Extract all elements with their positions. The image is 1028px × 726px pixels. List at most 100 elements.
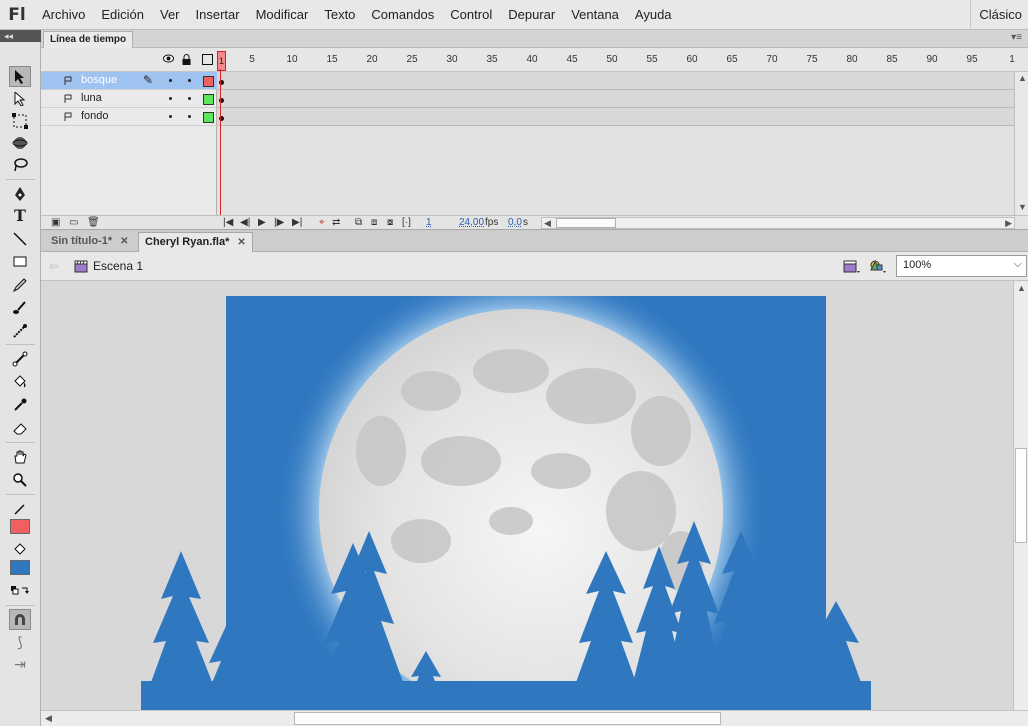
selection-tool-icon[interactable] xyxy=(9,66,31,87)
snap-magnet-icon[interactable] xyxy=(9,609,31,630)
frames-grid[interactable] xyxy=(217,72,1014,215)
go-last-frame-icon[interactable]: ▶| xyxy=(292,217,302,228)
lock-dot[interactable] xyxy=(188,79,191,82)
text-tool-icon[interactable]: T xyxy=(9,205,31,226)
panel-menu-icon[interactable]: ▾≡ xyxy=(1011,32,1022,43)
current-frame-value[interactable]: 1 xyxy=(426,217,432,228)
layer-luna[interactable]: luna xyxy=(41,90,217,108)
pen-tool-icon[interactable] xyxy=(9,183,31,204)
zoom-select[interactable]: 100% ⌵ xyxy=(896,255,1027,277)
menu-depurar[interactable]: Depurar xyxy=(500,0,563,30)
menu-archivo[interactable]: Archivo xyxy=(34,0,93,30)
outline-color-box[interactable] xyxy=(203,94,214,105)
scroll-thumb[interactable] xyxy=(1015,448,1027,543)
go-first-frame-icon[interactable]: |◀ xyxy=(223,217,233,228)
play-icon[interactable]: ▶ xyxy=(258,217,266,228)
lock-dot[interactable] xyxy=(188,97,191,100)
swap-colors-icon[interactable] xyxy=(9,580,31,601)
frame-row-bosque[interactable] xyxy=(217,72,1014,90)
stroke-color-swatch[interactable] xyxy=(9,516,31,537)
deco-tool-icon[interactable] xyxy=(9,320,31,341)
stage-workspace[interactable] xyxy=(41,281,1013,710)
timeline-tab[interactable]: Línea de tiempo xyxy=(43,31,134,48)
eye-icon[interactable] xyxy=(163,54,174,66)
center-frame-icon[interactable]: ⌖ xyxy=(319,217,325,228)
menu-ver[interactable]: Ver xyxy=(152,0,188,30)
outline-color-box[interactable] xyxy=(203,112,214,123)
onion-skin-icon[interactable]: ⧉ xyxy=(355,217,362,228)
loop-icon[interactable]: ⇄ xyxy=(332,217,340,228)
zoom-tool-icon[interactable] xyxy=(9,469,31,490)
layer-bosque[interactable]: bosque ✎ xyxy=(41,72,217,90)
new-folder-icon[interactable]: ▭ xyxy=(69,217,78,228)
fill-color-swatch[interactable] xyxy=(9,557,31,578)
rectangle-tool-icon[interactable] xyxy=(9,251,31,272)
outline-color-box[interactable] xyxy=(203,76,214,87)
new-layer-icon[interactable]: ▣ xyxy=(51,217,60,228)
eyedropper-icon[interactable] xyxy=(9,394,31,415)
menu-comandos[interactable]: Comandos xyxy=(363,0,442,30)
smooth-icon[interactable]: ⟆ xyxy=(9,632,31,653)
menu-modificar[interactable]: Modificar xyxy=(248,0,317,30)
lock-dot[interactable] xyxy=(188,115,191,118)
tools-collapse-handle[interactable]: ◂◂ xyxy=(0,30,41,42)
3d-rotation-icon[interactable] xyxy=(9,132,31,153)
brush-tool-icon[interactable] xyxy=(9,297,31,318)
timeline-horizontal-scrollbar[interactable]: ◀ ▶ xyxy=(541,217,1015,229)
chevron-down-icon[interactable]: ⌵ xyxy=(1014,258,1022,271)
doc-tab-sin-titulo[interactable]: Sin título-1* ✕ xyxy=(45,232,135,252)
frame-ruler[interactable]: 5 10 15 20 25 30 35 40 45 50 55 60 65 70 75 80 85 90 95 1 xyxy=(216,48,1016,72)
menu-ventana[interactable]: Ventana xyxy=(563,0,627,30)
step-back-icon[interactable]: ◀| xyxy=(240,217,250,228)
ruler-tick-label: 70 xyxy=(766,54,778,65)
trash-icon[interactable]: 🗑 xyxy=(87,217,100,228)
edit-scene-icon[interactable] xyxy=(843,258,861,275)
frame-row-luna[interactable] xyxy=(217,90,1014,108)
straighten-icon[interactable]: ⇥ xyxy=(9,654,31,675)
lock-icon[interactable] xyxy=(182,54,191,68)
step-forward-icon[interactable]: |▶ xyxy=(274,217,284,228)
subselection-tool-icon[interactable] xyxy=(9,88,31,109)
layer-fondo[interactable]: fondo xyxy=(41,108,217,126)
ruler-tick-label: 90 xyxy=(926,54,938,65)
visibility-dot[interactable] xyxy=(169,97,172,100)
onion-markers-icon[interactable]: [·] xyxy=(402,217,411,228)
scroll-thumb[interactable] xyxy=(556,218,616,228)
menu-ayuda[interactable]: Ayuda xyxy=(627,0,680,30)
menu-texto[interactable]: Texto xyxy=(316,0,363,30)
workspace-switcher[interactable]: Clásico xyxy=(970,0,1028,30)
edit-multiple-icon[interactable]: ⧇ xyxy=(387,217,393,228)
doc-tab-cheryl-ryan[interactable]: Cheryl Ryan.fla* ✕ xyxy=(138,232,253,252)
bone-tool-icon[interactable] xyxy=(9,348,31,369)
eraser-icon[interactable] xyxy=(9,417,31,438)
stage-canvas[interactable] xyxy=(41,281,1013,710)
ruler-tick-label: 30 xyxy=(446,54,458,65)
menu-insertar[interactable]: Insertar xyxy=(188,0,248,30)
close-icon[interactable]: ✕ xyxy=(120,236,128,247)
timeline-vertical-scrollbar[interactable]: ▲ ▼ xyxy=(1014,72,1028,215)
visibility-dot[interactable] xyxy=(169,115,172,118)
elapsed-time-value[interactable]: 0,0 xyxy=(508,217,522,228)
hand-tool-icon[interactable] xyxy=(9,446,31,467)
stage-horizontal-scrollbar[interactable]: ◀ xyxy=(41,710,1028,726)
onion-outline-icon[interactable]: ⧈ xyxy=(371,217,377,228)
ruler-tick-label: 95 xyxy=(966,54,978,65)
menu-control[interactable]: Control xyxy=(442,0,500,30)
back-arrow-icon[interactable]: ⇦ xyxy=(49,259,59,273)
fps-value[interactable]: 24,00 xyxy=(459,217,484,228)
edit-symbols-icon[interactable] xyxy=(869,258,887,275)
line-tool-icon[interactable] xyxy=(9,228,31,249)
free-transform-tool-icon[interactable] xyxy=(9,110,31,131)
pencil-tool-icon[interactable] xyxy=(9,274,31,295)
menu-edicion[interactable]: Edición xyxy=(93,0,152,30)
scroll-thumb[interactable] xyxy=(294,712,721,725)
lasso-tool-icon[interactable] xyxy=(9,154,31,175)
outline-toggle-icon[interactable] xyxy=(202,54,213,65)
close-icon[interactable]: ✕ xyxy=(237,237,245,248)
stage-vertical-scrollbar[interactable]: ▲ xyxy=(1013,281,1028,710)
paint-bucket-icon[interactable] xyxy=(9,371,31,392)
visibility-dot[interactable] xyxy=(169,79,172,82)
frame-row-fondo[interactable] xyxy=(217,108,1014,126)
clapperboard-icon xyxy=(74,259,88,273)
playhead-frame-marker[interactable]: 1 xyxy=(217,51,226,71)
